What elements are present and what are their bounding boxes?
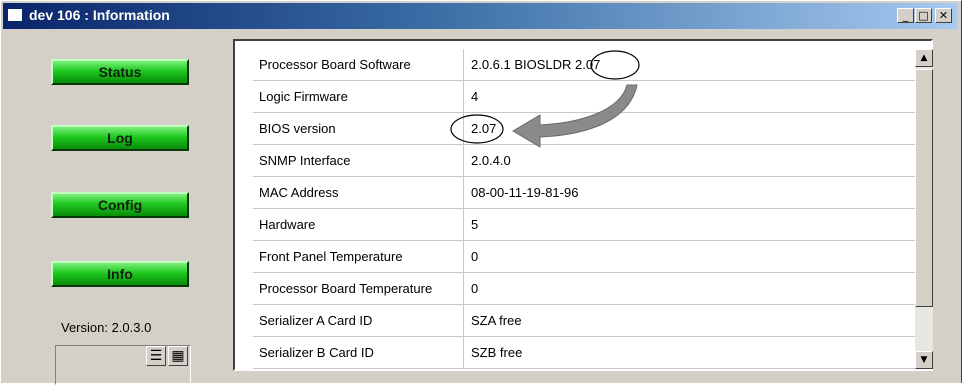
row-label: SNMP Interface <box>259 153 351 168</box>
row-label: Serializer A Card ID <box>259 313 373 328</box>
table-row[interactable]: Serializer A Card ID SZA free <box>253 305 915 337</box>
list-view-icon[interactable]: ☰ <box>146 346 166 366</box>
scroll-down-button[interactable]: ▼ <box>915 351 933 369</box>
table-row[interactable]: Serializer B Card ID SZB free <box>253 337 915 369</box>
log-button[interactable]: Log <box>51 125 189 151</box>
row-value: 4 <box>471 89 479 104</box>
row-value: 2.0.4.0 <box>471 153 511 168</box>
close-button[interactable]: ✕ <box>935 8 952 23</box>
row-label: Hardware <box>259 217 316 232</box>
window-icon <box>7 8 23 22</box>
vertical-scrollbar[interactable]: ▲ ▼ <box>915 49 933 369</box>
table-row[interactable]: SNMP Interface 2.0.4.0 <box>253 145 915 177</box>
row-value: 08-00-11-19-81-96 <box>471 185 579 200</box>
table-row[interactable]: Front Panel Temperature 0 <box>253 241 915 273</box>
info-table-frame: Processor Board Software 2.0.6.1 BIOSLDR … <box>233 39 933 371</box>
row-value: 5 <box>471 217 479 232</box>
row-label: Processor Board Software <box>259 57 411 72</box>
table-row[interactable]: Processor Board Software 2.0.6.1 BIOSLDR … <box>253 49 915 81</box>
title-bar[interactable]: dev 106 : Information _ □ ✕ <box>3 3 957 29</box>
scroll-thumb[interactable] <box>915 69 933 307</box>
view-toggle-group: ☰ ▦ <box>55 345 191 385</box>
table-row[interactable]: Processor Board Temperature 0 <box>253 273 915 305</box>
info-button[interactable]: Info <box>51 261 189 287</box>
row-value: SZB free <box>471 345 523 360</box>
row-label: BIOS version <box>259 121 336 136</box>
row-value: 2.07 <box>471 121 497 136</box>
table-row[interactable]: Hardware 5 <box>253 209 915 241</box>
version-label: Version: 2.0.3.0 <box>61 320 152 335</box>
row-value: SZA free <box>471 313 522 328</box>
row-value: 0 <box>471 249 479 264</box>
minimize-button[interactable]: _ <box>897 8 914 23</box>
row-value: 0 <box>471 281 479 296</box>
table-row[interactable]: MAC Address 08-00-11-19-81-96 <box>253 177 915 209</box>
row-label: Processor Board Temperature <box>259 281 433 296</box>
grid-view-icon[interactable]: ▦ <box>168 346 188 366</box>
row-label: Front Panel Temperature <box>259 249 403 264</box>
scroll-up-button[interactable]: ▲ <box>915 49 933 67</box>
row-label: MAC Address <box>259 185 339 200</box>
row-label: Logic Firmware <box>259 89 348 104</box>
row-label: Serializer B Card ID <box>259 345 374 360</box>
information-window: dev 106 : Information _ □ ✕ Status Log C… <box>0 0 962 385</box>
table-row[interactable]: BIOS version 2.07 <box>253 113 915 145</box>
table-row[interactable]: Logic Firmware 4 <box>253 81 915 113</box>
row-value: 2.0.6.1 BIOSLDR 2.07 <box>471 57 601 72</box>
sidebar: Status Log Config Info Version: 2.0.3.0 … <box>3 31 219 385</box>
maximize-button[interactable]: □ <box>915 8 932 23</box>
status-button[interactable]: Status <box>51 59 189 85</box>
window-title: dev 106 : Information <box>29 7 170 23</box>
config-button[interactable]: Config <box>51 192 189 218</box>
